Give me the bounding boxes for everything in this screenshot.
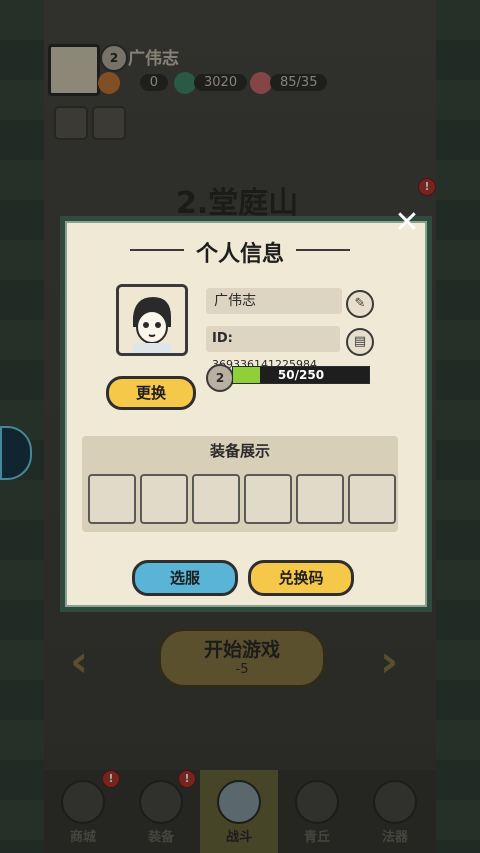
equip-slot[interactable] [296, 474, 344, 524]
equip-slot[interactable] [244, 474, 292, 524]
profile-dialog [60, 216, 432, 612]
equip-slot[interactable] [192, 474, 240, 524]
equip-slot[interactable] [88, 474, 136, 524]
close-icon[interactable]: ✕ [392, 208, 422, 238]
equip-slot[interactable] [348, 474, 396, 524]
change-avatar-button[interactable]: 更换 [106, 376, 196, 410]
exp-text: 50/250 [277, 368, 325, 382]
equip-slot[interactable] [140, 474, 188, 524]
select-server-button[interactable]: 选服 [132, 560, 238, 596]
copy-id-icon[interactable]: ▤ [346, 328, 374, 356]
avatar [116, 284, 188, 356]
id-label: ID: [212, 331, 233, 346]
player-id-field: ID: 369336141225984 [206, 326, 340, 371]
edit-name-icon[interactable]: ✎ [346, 290, 374, 318]
equip-showcase-title: 装备展示 [209, 442, 270, 460]
player-name-field: 广伟志 [206, 288, 342, 314]
dialog-title: 个人信息 [195, 242, 284, 267]
exp-bar: 50/250 [232, 366, 370, 384]
level-badge: 2 [206, 364, 234, 392]
redeem-code-button[interactable]: 兑换码 [248, 560, 354, 596]
